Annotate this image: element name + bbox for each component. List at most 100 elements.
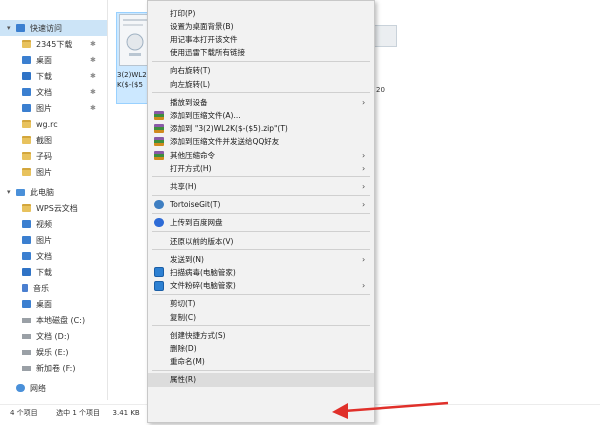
sidebar-item-drive-c[interactable]: 本地磁盘 (C:) bbox=[0, 312, 107, 328]
menu-item-label: 使用迅雷下载所有链接 bbox=[170, 48, 245, 58]
sidebar-item-this-pc[interactable]: ▾ 此电脑 bbox=[0, 184, 107, 200]
sidebar-item-pictures[interactable]: 图片 ✱ bbox=[0, 100, 107, 116]
sidebar-item-label: 文档 bbox=[36, 87, 52, 97]
context-menu-item[interactable]: 共享(H) › bbox=[148, 179, 374, 193]
menu-separator bbox=[152, 325, 370, 327]
context-menu-item[interactable]: 其他压缩命令 › bbox=[148, 148, 374, 162]
sidebar-item-music[interactable]: 音乐 bbox=[0, 280, 107, 296]
menu-separator bbox=[152, 194, 370, 196]
pin-icon[interactable]: ✱ bbox=[90, 40, 96, 48]
sidebar-item-drive-d[interactable]: 文档 (D:) bbox=[0, 328, 107, 344]
submenu-chevron-icon: › bbox=[362, 281, 366, 291]
chevron-down-icon: ▾ bbox=[7, 188, 11, 196]
context-menu-item[interactable]: 重命名(M) bbox=[148, 355, 374, 369]
selected-size: 3.41 KB bbox=[112, 409, 140, 417]
file-name-fragment: 20 bbox=[376, 86, 385, 94]
context-menu-item[interactable]: 扫描病毒(电脑管家) bbox=[148, 265, 374, 279]
menu-separator bbox=[152, 249, 370, 251]
rar-icon bbox=[154, 150, 164, 160]
sidebar-item-wps-cloud[interactable]: WPS云文档 bbox=[0, 200, 107, 216]
rar-icon bbox=[154, 137, 164, 147]
pin-icon[interactable]: ✱ bbox=[90, 88, 96, 96]
sidebar-item-drive-f[interactable]: 新加卷 (F:) bbox=[0, 360, 107, 376]
context-menu-item[interactable]: 创建快捷方式(S) bbox=[148, 328, 374, 342]
sidebar-item-label: 本地磁盘 (C:) bbox=[36, 315, 86, 325]
drive-icon bbox=[22, 317, 31, 323]
shield-icon bbox=[154, 280, 164, 291]
folder-icon bbox=[22, 204, 31, 212]
sidebar-item-label: 下载 bbox=[36, 267, 52, 277]
menu-item-label: 向左旋转(L) bbox=[170, 79, 211, 89]
context-menu-item[interactable]: 添加到 "3(2)WL2K($-($5).zip"(T) bbox=[148, 122, 374, 136]
item-count: 4 个项目 bbox=[10, 409, 38, 417]
pin-icon[interactable]: ✱ bbox=[90, 72, 96, 80]
context-menu-item[interactable]: 还原以前的版本(V) bbox=[148, 234, 374, 248]
context-menu-item[interactable]: TortoiseGit(T) › bbox=[148, 198, 374, 212]
pictures-icon bbox=[22, 104, 31, 112]
context-menu-item[interactable]: 设置为桌面背景(B) bbox=[148, 19, 374, 33]
rar-icon bbox=[154, 110, 164, 120]
selected-count: 选中 1 个项目 bbox=[56, 409, 101, 417]
sidebar-item-videos[interactable]: 视频 bbox=[0, 216, 107, 232]
menu-item-label: 删除(D) bbox=[170, 343, 197, 353]
context-menu-item[interactable]: 文件粉碎(电脑管家) › bbox=[148, 279, 374, 293]
context-menu-item[interactable]: 删除(D) bbox=[148, 341, 374, 355]
context-menu-item[interactable]: 打印(P) bbox=[148, 6, 374, 20]
sidebar-item-label: 快速访问 bbox=[30, 23, 62, 33]
sidebar-item-pc-desktop[interactable]: 桌面 bbox=[0, 296, 107, 312]
context-menu-item[interactable]: 复制(C) bbox=[148, 310, 374, 324]
menu-item-label: 发送到(N) bbox=[170, 254, 204, 264]
context-menu-item[interactable]: 添加到压缩文件(A)... bbox=[148, 108, 374, 122]
sidebar-item-zima[interactable]: 子码 bbox=[0, 148, 107, 164]
status-text: 4 个项目 选中 1 个项目 3.41 KB bbox=[10, 408, 140, 418]
pin-icon[interactable]: ✱ bbox=[90, 56, 96, 64]
sidebar-item-downloads[interactable]: 下载 ✱ bbox=[0, 68, 107, 84]
file-thumbnail[interactable] bbox=[373, 25, 397, 47]
sidebar-item-label: 文档 (D:) bbox=[36, 331, 70, 341]
network-icon bbox=[16, 384, 25, 392]
sidebar-item-quick-access[interactable]: ▾ 快速访问 bbox=[0, 20, 107, 36]
menu-item-label: 扫描病毒(电脑管家) bbox=[170, 267, 236, 277]
context-menu-item[interactable]: 发送到(N) › bbox=[148, 252, 374, 266]
context-menu-item[interactable]: 用记事本打开该文件 bbox=[148, 32, 374, 46]
sidebar-item-label: 截图 bbox=[36, 135, 52, 145]
sidebar-item-pictures-folder[interactable]: 图片 bbox=[0, 164, 107, 180]
download-icon bbox=[22, 72, 31, 80]
sidebar-item-pc-pictures[interactable]: 图片 bbox=[0, 232, 107, 248]
context-menu-item[interactable]: 剪切(T) bbox=[148, 297, 374, 311]
annotation-arrow-icon bbox=[332, 401, 449, 419]
desktop-icon bbox=[22, 56, 31, 64]
menu-item-label: 设置为桌面背景(B) bbox=[170, 21, 234, 31]
sidebar-item-2345-download[interactable]: 2345下载 ✱ bbox=[0, 36, 107, 52]
context-menu-item[interactable]: 属性(R) bbox=[148, 372, 374, 387]
context-menu-item[interactable]: 向右旋转(T) bbox=[148, 64, 374, 78]
pictures-icon bbox=[22, 236, 31, 244]
sidebar-item-label: 图片 bbox=[36, 103, 52, 113]
sidebar-item-network[interactable]: 网络 bbox=[0, 380, 107, 396]
sidebar-item-desktop[interactable]: 桌面 ✱ bbox=[0, 52, 107, 68]
sidebar-item-drive-e[interactable]: 娱乐 (E:) bbox=[0, 344, 107, 360]
menu-item-label: 重命名(M) bbox=[170, 357, 205, 367]
sidebar-item-documents[interactable]: 文档 ✱ bbox=[0, 84, 107, 100]
submenu-chevron-icon: › bbox=[362, 181, 366, 191]
sidebar-item-label: WPS云文档 bbox=[36, 203, 78, 213]
context-menu-item[interactable]: 播放到设备 › bbox=[148, 95, 374, 109]
context-menu-item[interactable]: 打开方式(H) › bbox=[148, 161, 374, 175]
sidebar-item-screenshots[interactable]: 截图 bbox=[0, 132, 107, 148]
context-menu-item[interactable]: 添加到压缩文件并发送给QQ好友 bbox=[148, 135, 374, 149]
computer-icon bbox=[16, 188, 25, 196]
sidebar-item-wgrc[interactable]: wg.rc bbox=[0, 116, 107, 132]
context-menu-item[interactable]: 使用迅雷下载所有链接 bbox=[148, 46, 374, 60]
baidu-icon bbox=[154, 218, 164, 228]
documents-icon bbox=[22, 252, 31, 260]
pin-icon[interactable]: ✱ bbox=[90, 104, 96, 112]
context-menu-item[interactable]: 上传到百度网盘 bbox=[148, 216, 374, 230]
sidebar-item-pc-downloads[interactable]: 下载 bbox=[0, 264, 107, 280]
sidebar-item-pc-documents[interactable]: 文档 bbox=[0, 248, 107, 264]
sidebar-item-label: 子码 bbox=[36, 151, 52, 161]
download-icon bbox=[22, 268, 31, 276]
context-menu-item[interactable]: 向左旋转(L) bbox=[148, 77, 374, 91]
folder-icon bbox=[22, 168, 31, 176]
sidebar-item-label: 下载 bbox=[36, 71, 52, 81]
sidebar-item-label: 音乐 bbox=[33, 283, 49, 293]
